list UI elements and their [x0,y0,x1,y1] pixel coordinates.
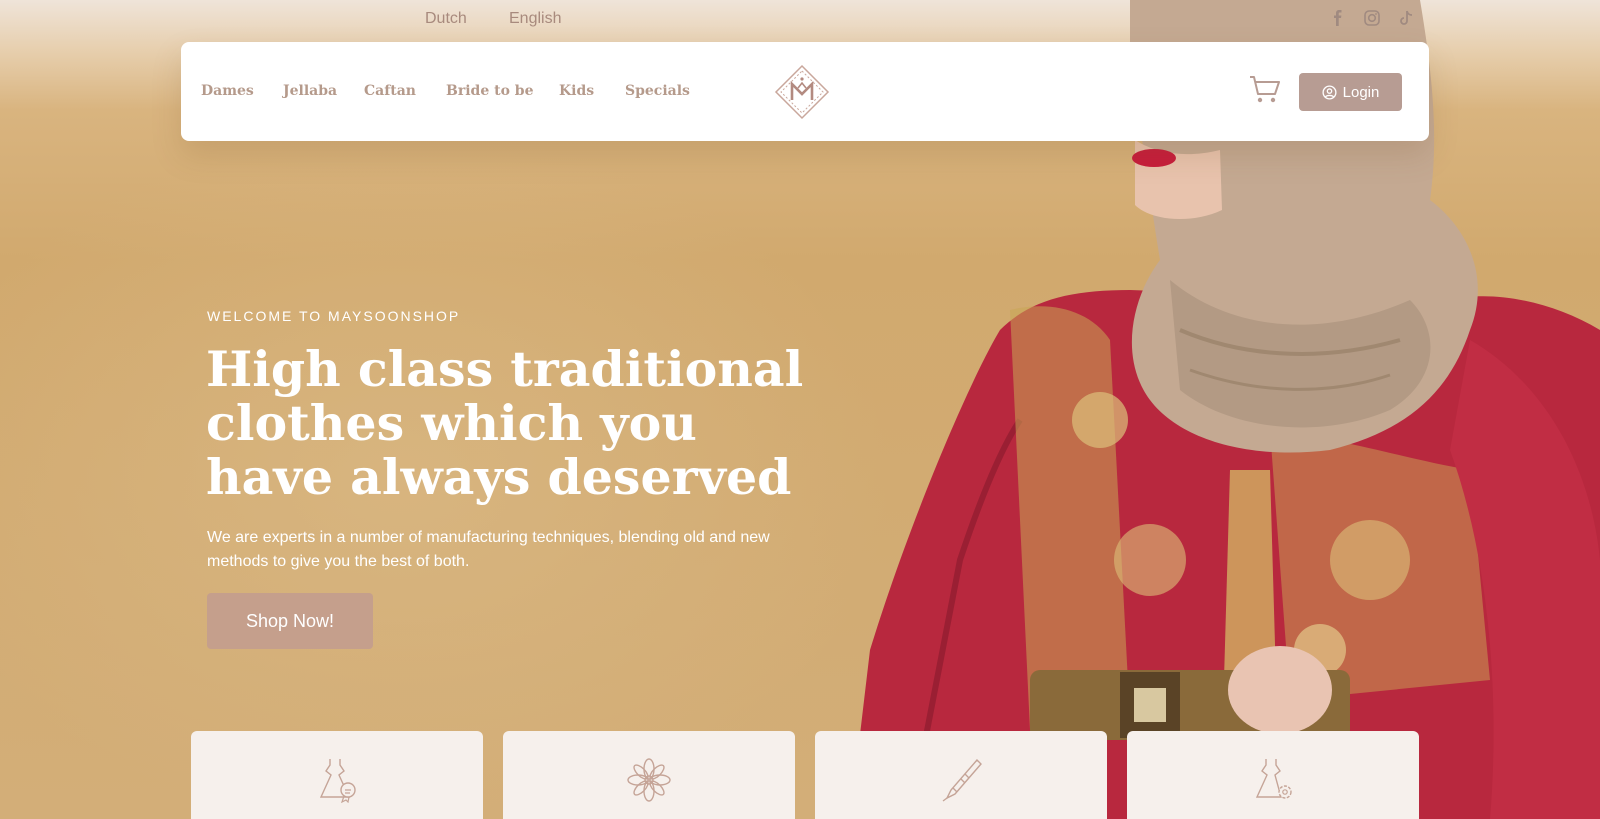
dress-settings-icon [1255,759,1292,799]
cart-icon[interactable] [1249,74,1281,104]
shop-now-button[interactable]: Shop Now! [207,593,373,649]
feature-card [1127,731,1419,819]
nav-item-specials[interactable]: Specials [625,83,690,99]
instagram-icon[interactable] [1363,9,1381,27]
facebook-icon[interactable] [1329,9,1347,27]
language-dutch[interactable]: Dutch [425,10,467,28]
hero-eyebrow: WELCOME TO MAYSOONSHOP [207,308,461,324]
maysoon-logo-icon[interactable] [774,64,830,120]
language-english[interactable]: English [509,10,561,28]
login-label: Login [1342,83,1380,101]
main-navigation: Dames Jellaba Caftan Bride to be Kids Sp… [181,42,1429,141]
dress-badge-icon [319,759,356,803]
hero-subtext: We are experts in a number of manufactur… [207,529,770,570]
feature-card [191,731,483,819]
feature-card [815,731,1107,819]
nav-item-bride-to-be[interactable]: Bride to be [446,83,533,99]
login-button[interactable]: Login [1299,73,1402,111]
nav-item-jellaba[interactable]: Jellaba [283,83,337,99]
feature-card [503,731,795,819]
hero-headline: High class traditional clothes which you… [206,340,804,506]
tiktok-icon[interactable] [1397,9,1415,27]
user-circle-icon [1322,84,1337,100]
needle-icon [942,758,982,802]
nav-item-kids[interactable]: Kids [559,83,594,99]
nav-item-dames[interactable]: Dames [201,83,254,99]
flower-icon [627,758,671,802]
nav-item-caftan[interactable]: Caftan [364,83,416,99]
